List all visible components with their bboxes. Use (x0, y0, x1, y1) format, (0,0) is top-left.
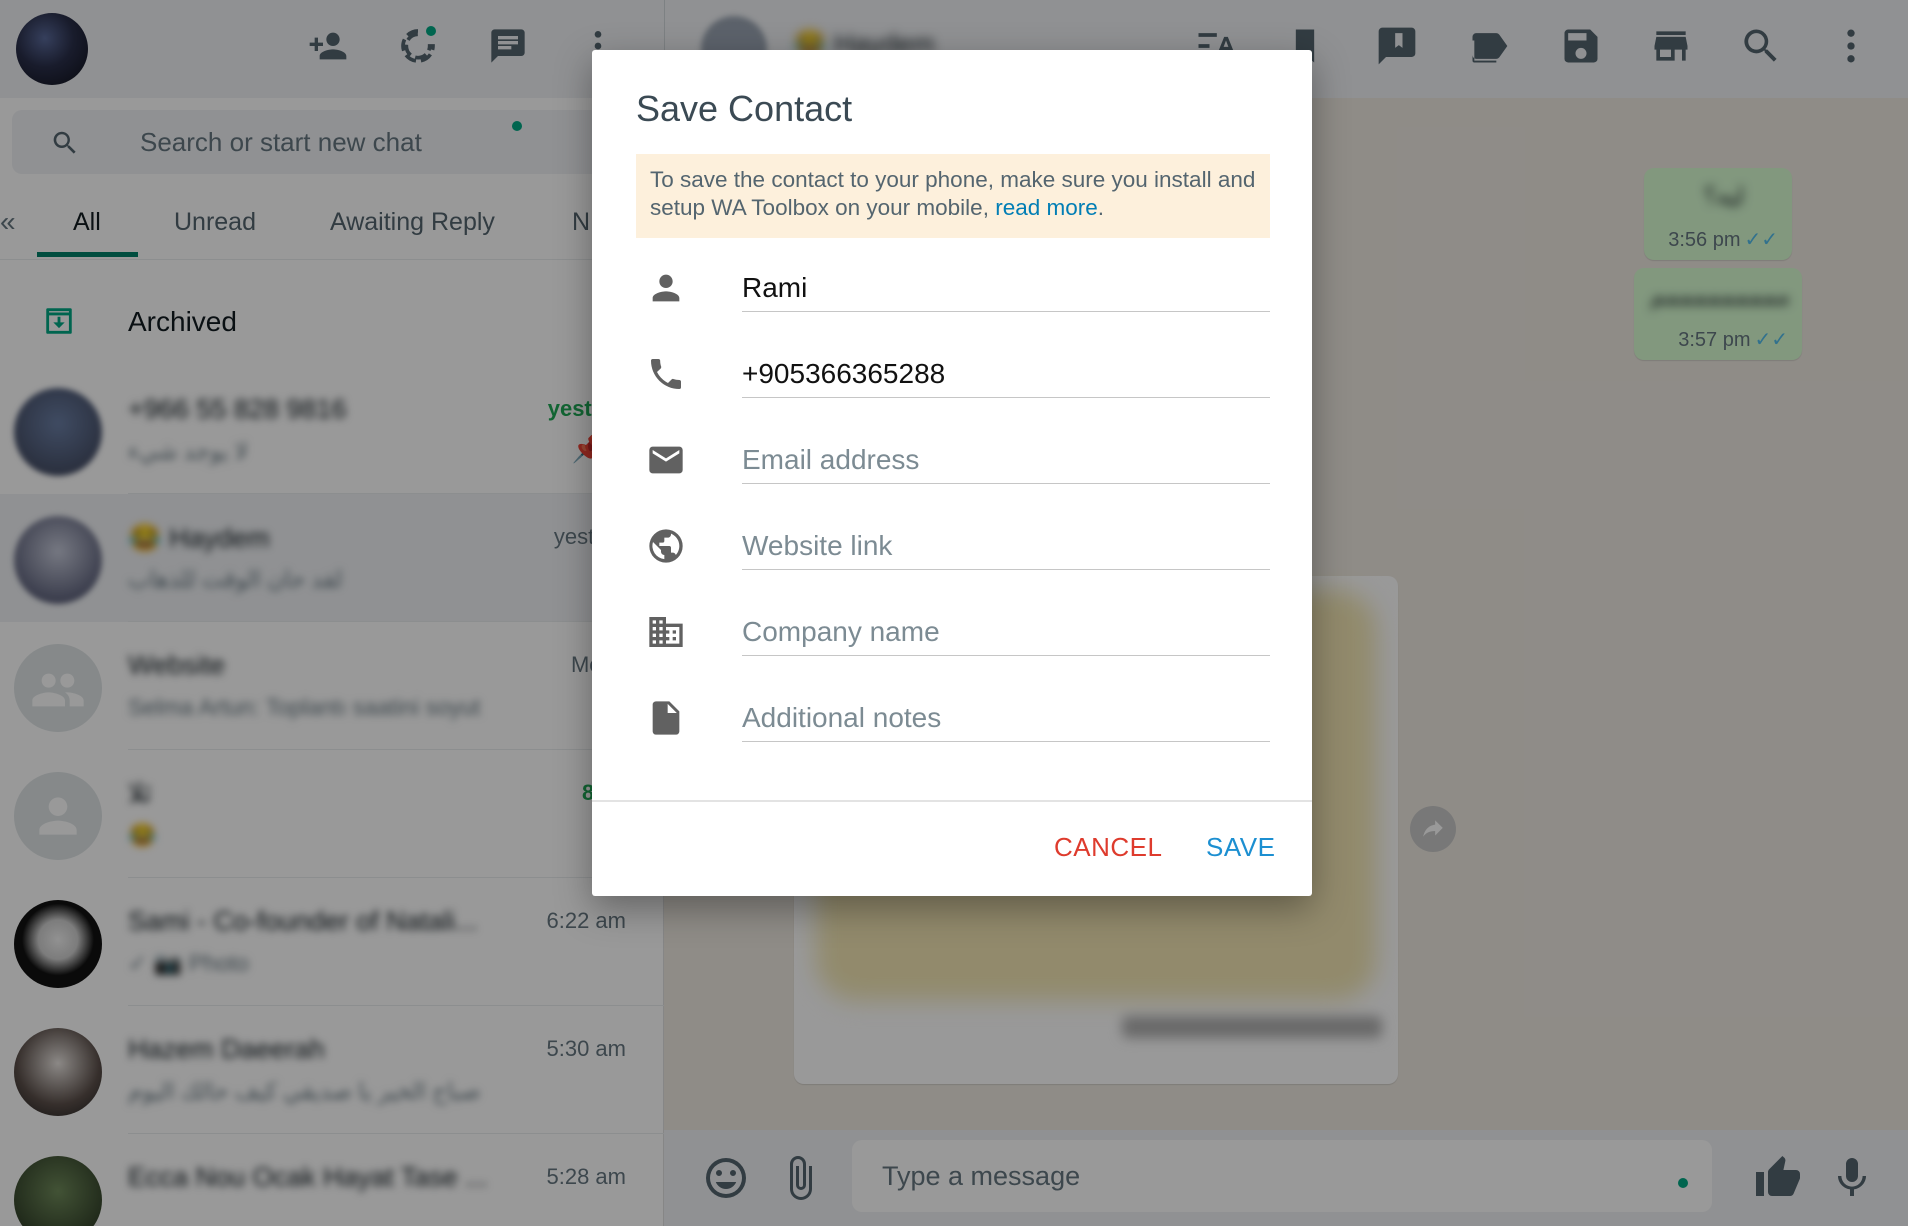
person-icon (646, 268, 686, 308)
save-button[interactable]: SAVE (1206, 832, 1275, 863)
email-field[interactable] (742, 430, 1270, 484)
note-file-icon (646, 698, 686, 738)
building-icon (646, 612, 686, 652)
website-field-row (636, 512, 1270, 598)
install-notice: To save the contact to your phone, make … (636, 154, 1270, 238)
phone-icon (646, 354, 686, 394)
notice-text: To save the contact to your phone, make … (650, 167, 1256, 220)
name-field[interactable] (742, 258, 1270, 312)
cancel-button[interactable]: CANCEL (1054, 832, 1162, 863)
phone-field-row (636, 340, 1270, 426)
notes-field[interactable] (742, 688, 1270, 742)
globe-icon (646, 526, 686, 566)
company-field[interactable] (742, 602, 1270, 656)
name-field-row (636, 254, 1270, 340)
email-field-row (636, 426, 1270, 512)
phone-field[interactable] (742, 344, 1270, 398)
notes-field-row (636, 684, 1270, 770)
dialog-title: Save Contact (636, 88, 853, 129)
website-field[interactable] (742, 516, 1270, 570)
notice-end: . (1097, 195, 1105, 220)
save-contact-dialog: Save Contact To save the contact to your… (592, 50, 1312, 896)
read-more-link[interactable]: read more (995, 195, 1098, 220)
company-field-row (636, 598, 1270, 684)
dialog-divider (592, 800, 1312, 802)
email-icon (646, 440, 686, 480)
